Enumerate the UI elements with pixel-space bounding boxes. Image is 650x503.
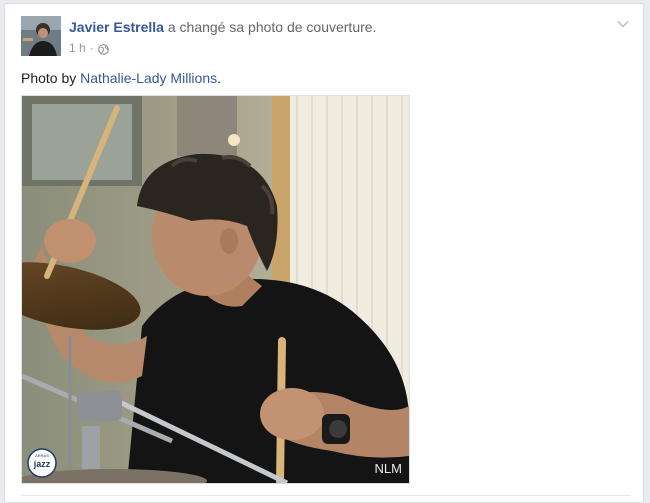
post-divider — [21, 495, 631, 496]
cover-photo[interactable]: ARRAS jazz NLM — [21, 95, 410, 484]
post-action-text: a changé sa photo de couverture. — [163, 19, 377, 35]
logo-main-text: jazz — [33, 459, 51, 469]
arras-jazz-logo: ARRAS jazz — [27, 448, 57, 478]
post-meta: 1 h · — [69, 40, 109, 56]
logo-top-text: ARRAS — [35, 453, 49, 458]
photographer-link[interactable]: Nathalie-Lady Millions — [80, 70, 217, 86]
meta-separator: · — [89, 41, 94, 55]
author-avatar[interactable] — [21, 16, 61, 56]
post-caption: Photo by Nathalie-Lady Millions. — [21, 69, 221, 87]
post-header: Javier Estrella a changé sa photo de cou… — [69, 18, 376, 36]
feed-post: Javier Estrella a changé sa photo de cou… — [4, 3, 644, 503]
globe-icon[interactable] — [97, 43, 109, 55]
photo-watermark: NLM — [375, 461, 402, 476]
author-name-link[interactable]: Javier Estrella — [69, 19, 164, 35]
caption-suffix: . — [217, 70, 221, 86]
chevron-down-icon[interactable] — [615, 16, 631, 32]
caption-prefix: Photo by — [21, 70, 81, 86]
post-timestamp[interactable]: 1 h — [69, 40, 86, 56]
